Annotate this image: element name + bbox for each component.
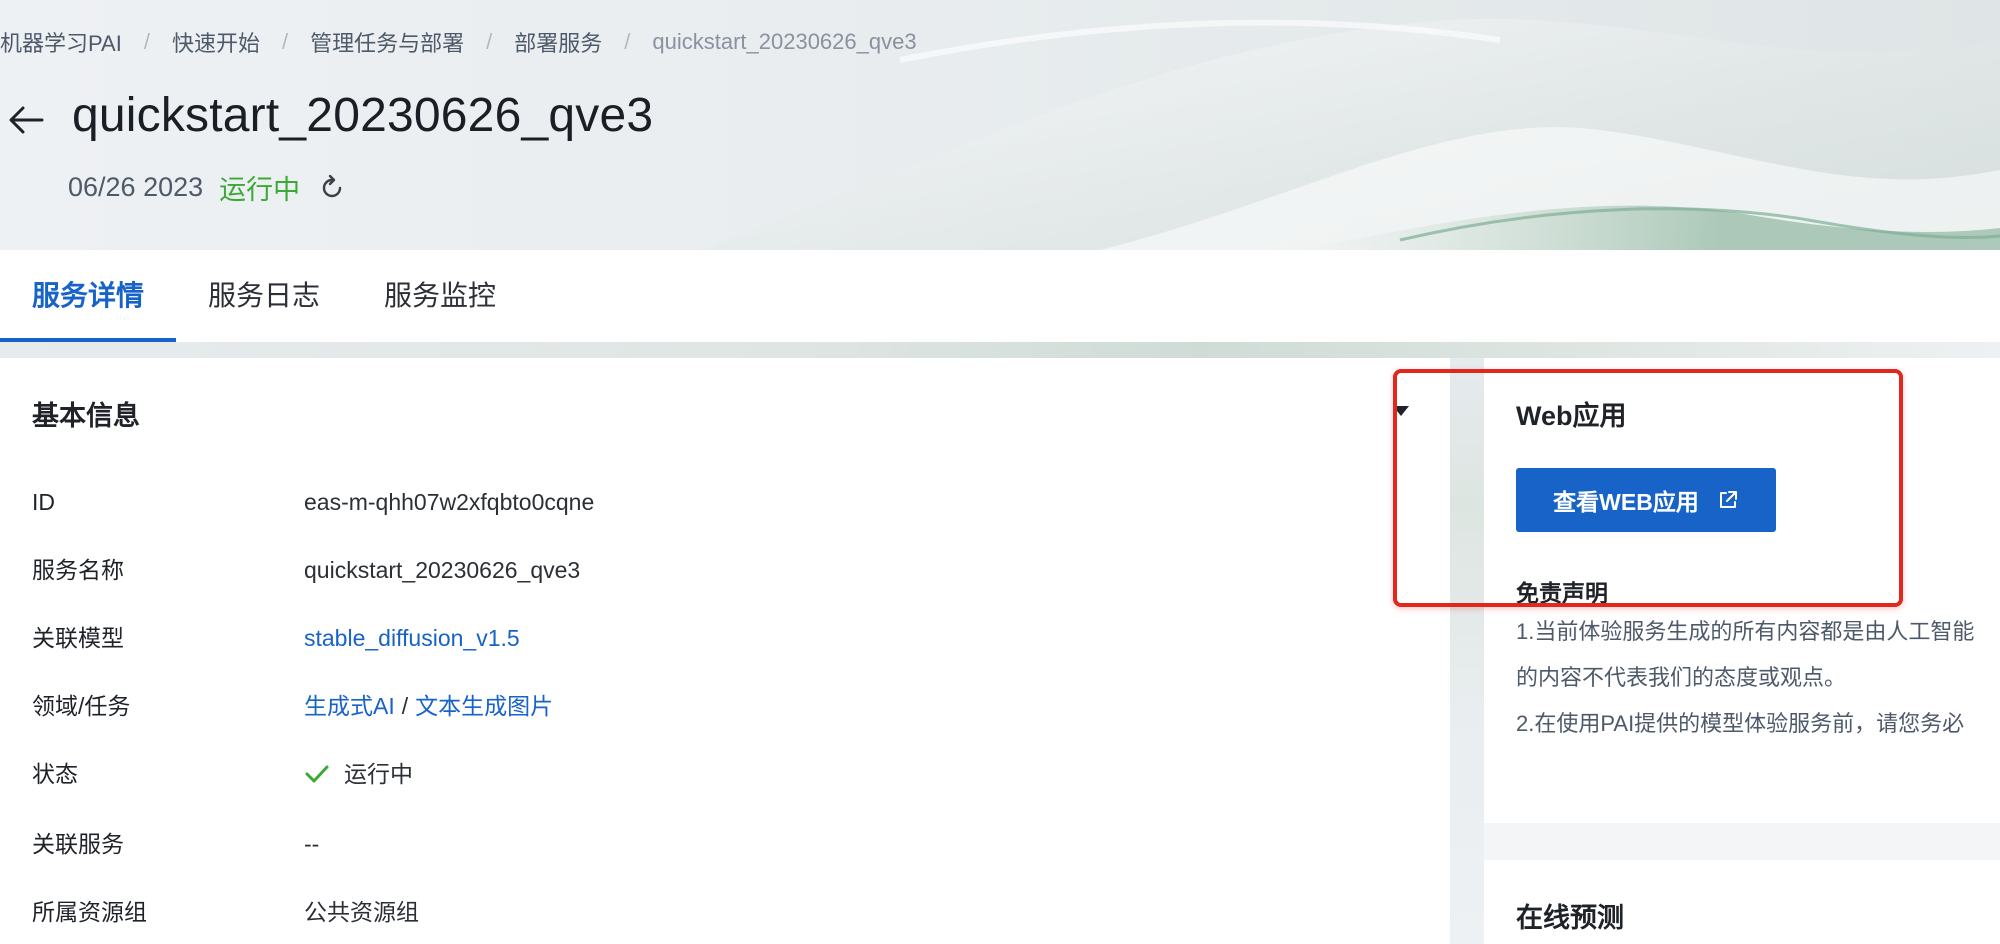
info-row-resource-group: 所属资源组 公共资源组 bbox=[0, 892, 1450, 932]
basic-info-title: 基本信息 bbox=[32, 401, 140, 431]
breadcrumb-separator: / bbox=[281, 29, 289, 54]
service-date: 06/26 2023 bbox=[68, 172, 204, 202]
info-row-id: ID eas-m-qhh07w2xfqbto0cqne bbox=[0, 482, 1450, 522]
info-row-status: 状态 运行中 bbox=[0, 754, 1450, 794]
breadcrumb-separator: / bbox=[486, 29, 493, 54]
web-app-card: Web应用 查看WEB应用 免责声明 1.当前体验服务生成的所有内容都是由人工智… bbox=[1484, 358, 2000, 823]
domain-link[interactable]: 生成式AI bbox=[304, 686, 395, 726]
related-service-value: -- bbox=[304, 831, 320, 857]
tab-service-monitor[interactable]: 服务监控 bbox=[384, 250, 496, 342]
web-app-title: Web应用 bbox=[1516, 401, 1627, 431]
online-predict-title: 在线预测 bbox=[1516, 903, 1624, 933]
external-link-icon bbox=[1719, 491, 1737, 508]
info-label: 关联服务 bbox=[32, 831, 124, 857]
info-label: ID bbox=[32, 489, 55, 515]
page-title: quickstart_20230626_qve3 bbox=[72, 89, 654, 142]
breadcrumb-item-deploy[interactable]: 部署服务 bbox=[514, 26, 602, 58]
tab-service-details[interactable]: 服务详情 bbox=[32, 250, 144, 342]
info-label: 状态 bbox=[32, 761, 78, 787]
info-label: 关联模型 bbox=[32, 625, 124, 651]
service-name-value: quickstart_20230626_qve3 bbox=[304, 557, 581, 583]
decorative-strip bbox=[0, 342, 2000, 358]
breadcrumb-separator: / bbox=[143, 29, 150, 54]
breadcrumb-item-manage[interactable]: 管理任务与部署 bbox=[310, 26, 464, 58]
collapse-triangle-icon[interactable] bbox=[1392, 404, 1410, 418]
check-icon bbox=[305, 765, 329, 783]
refresh-icon[interactable] bbox=[318, 174, 346, 202]
status-text: 运行中 bbox=[344, 761, 413, 787]
model-value: stable_diffusion_v1.5 bbox=[304, 618, 520, 658]
back-arrow-icon[interactable] bbox=[6, 100, 46, 140]
domain-separator: / bbox=[401, 693, 409, 719]
info-label: 服务名称 bbox=[32, 557, 124, 583]
info-row-model: 关联模型 stable_diffusion_v1.5 bbox=[0, 618, 1450, 658]
domain-value: 生成式AI / 文本生成图片 bbox=[304, 686, 553, 726]
basic-info-card: 基本信息 ID eas-m-qhh07w2xfqbto0cqne 服务名称 qu… bbox=[0, 358, 1450, 944]
status-value: 运行中 bbox=[304, 754, 413, 794]
model-link[interactable]: stable_diffusion_v1.5 bbox=[304, 618, 520, 658]
disclaimer-line: 1.当前体验服务生成的所有内容都是由人工智能 bbox=[1516, 619, 1975, 644]
info-label: 所属资源组 bbox=[32, 899, 147, 925]
view-web-app-label: 查看WEB应用 bbox=[1553, 489, 1699, 515]
task-link[interactable]: 文本生成图片 bbox=[415, 686, 553, 726]
online-predict-card: 在线预测 bbox=[1484, 860, 2000, 944]
info-row-service-name: 服务名称 quickstart_20230626_qve3 bbox=[0, 550, 1450, 590]
page-header: 机器学习PAI / 快速开始 / 管理任务与部署 / 部署服务 / quicks… bbox=[0, 0, 2000, 250]
resource-group-value: 公共资源组 bbox=[304, 899, 419, 925]
status-badge: 运行中 bbox=[219, 175, 301, 205]
tab-service-logs[interactable]: 服务日志 bbox=[208, 250, 320, 342]
breadcrumb-item-quickstart[interactable]: 快速开始 bbox=[172, 26, 260, 58]
breadcrumb-item-current: quickstart_20230626_qve3 bbox=[652, 29, 917, 54]
info-label: 领域/任务 bbox=[32, 693, 131, 719]
disclaimer-title: 免责声明 bbox=[1516, 580, 1608, 606]
tab-bar: 服务详情 服务日志 服务监控 bbox=[0, 250, 2000, 342]
service-meta: 06/26 2023 运行中 bbox=[68, 168, 346, 207]
view-web-app-button[interactable]: 查看WEB应用 bbox=[1516, 468, 1776, 532]
disclaimer-line: 2.在使用PAI提供的模型体验服务前，请您务必 bbox=[1516, 711, 1965, 736]
info-row-related-service: 关联服务 -- bbox=[0, 824, 1450, 864]
breadcrumb-separator: / bbox=[624, 29, 631, 54]
breadcrumb: 机器学习PAI / 快速开始 / 管理任务与部署 / 部署服务 / quicks… bbox=[0, 26, 917, 58]
breadcrumb-item-pai[interactable]: 机器学习PAI bbox=[0, 26, 122, 58]
disclaimer-line: 的内容不代表我们的态度或观点。 bbox=[1516, 665, 1847, 690]
column-gutter bbox=[1450, 358, 1484, 944]
service-id-value: eas-m-qhh07w2xfqbto0cqne bbox=[304, 489, 595, 515]
info-row-domain: 领域/任务 生成式AI / 文本生成图片 bbox=[0, 686, 1450, 726]
